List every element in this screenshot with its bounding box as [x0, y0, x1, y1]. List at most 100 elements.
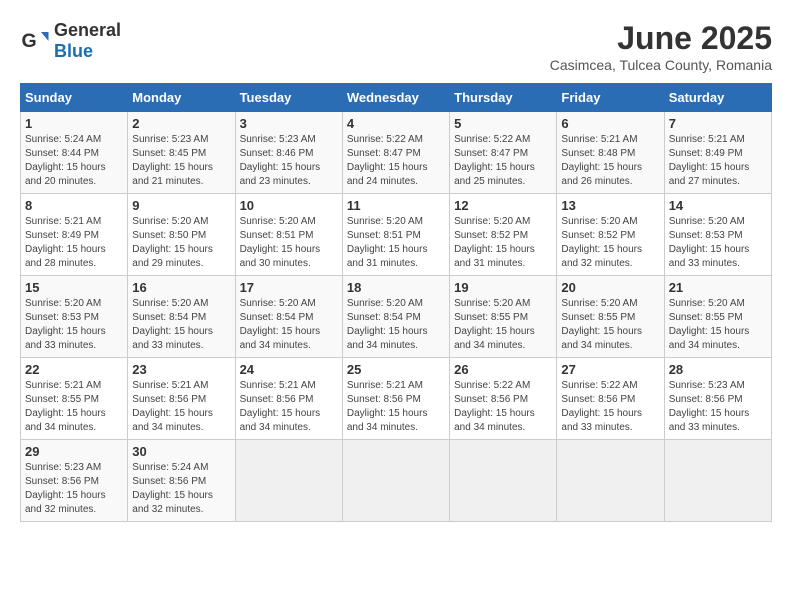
logo-icon: G: [20, 26, 50, 56]
header-cell-friday: Friday: [557, 84, 664, 112]
day-number: 27: [561, 362, 659, 377]
day-number: 13: [561, 198, 659, 213]
calendar-cell-day-21: 21 Sunrise: 5:20 AM Sunset: 8:55 PM Dayli…: [664, 276, 771, 358]
calendar-cell-day-22: 22 Sunrise: 5:21 AM Sunset: 8:55 PM Dayli…: [21, 358, 128, 440]
day-number: 19: [454, 280, 552, 295]
calendar-cell-day-17: 17 Sunrise: 5:20 AM Sunset: 8:54 PM Dayli…: [235, 276, 342, 358]
calendar-cell-empty: [235, 440, 342, 522]
header: G General Blue June 2025 Casimcea, Tulce…: [20, 20, 772, 73]
day-info: Sunrise: 5:21 AM Sunset: 8:55 PM Dayligh…: [25, 379, 123, 435]
day-info: Sunrise: 5:20 AM Sunset: 8:52 PM Dayligh…: [561, 215, 659, 271]
day-number: 24: [240, 362, 338, 377]
day-info: Sunrise: 5:23 AM Sunset: 8:45 PM Dayligh…: [132, 133, 230, 189]
day-number: 26: [454, 362, 552, 377]
calendar-subtitle: Casimcea, Tulcea County, Romania: [550, 57, 772, 73]
header-cell-monday: Monday: [128, 84, 235, 112]
calendar-cell-empty: [557, 440, 664, 522]
day-number: 22: [25, 362, 123, 377]
day-number: 7: [669, 116, 767, 131]
calendar-cell-day-3: 3Sunrise: 5:23 AM Sunset: 8:46 PM Daylig…: [235, 112, 342, 194]
day-info: Sunrise: 5:24 AM Sunset: 8:56 PM Dayligh…: [132, 461, 230, 517]
day-number: 6: [561, 116, 659, 131]
day-number: 15: [25, 280, 123, 295]
header-row: SundayMondayTuesdayWednesdayThursdayFrid…: [21, 84, 772, 112]
day-number: 9: [132, 198, 230, 213]
day-info: Sunrise: 5:23 AM Sunset: 8:56 PM Dayligh…: [25, 461, 123, 517]
day-number: 21: [669, 280, 767, 295]
calendar-cell-day-16: 16 Sunrise: 5:20 AM Sunset: 8:54 PM Dayli…: [128, 276, 235, 358]
day-number: 25: [347, 362, 445, 377]
day-number: 23: [132, 362, 230, 377]
day-number: 30: [132, 444, 230, 459]
calendar-cell-day-28: 28Sunrise: 5:23 AM Sunset: 8:56 PM Dayli…: [664, 358, 771, 440]
calendar-cell-day-1: 1 Sunrise: 5:24 AM Sunset: 8:44 PM Daylig…: [21, 112, 128, 194]
day-number: 12: [454, 198, 552, 213]
calendar-week-row: 29Sunrise: 5:23 AM Sunset: 8:56 PM Dayli…: [21, 440, 772, 522]
day-info: Sunrise: 5:21 AM Sunset: 8:48 PM Dayligh…: [561, 133, 659, 189]
day-info: Sunrise: 5:22 AM Sunset: 8:56 PM Dayligh…: [454, 379, 552, 435]
calendar-week-row: 1 Sunrise: 5:24 AM Sunset: 8:44 PM Daylig…: [21, 112, 772, 194]
calendar-cell-day-6: 6 Sunrise: 5:21 AM Sunset: 8:48 PM Daylig…: [557, 112, 664, 194]
calendar-cell-day-26: 26 Sunrise: 5:22 AM Sunset: 8:56 PM Dayli…: [450, 358, 557, 440]
calendar-cell-day-5: 5 Sunrise: 5:22 AM Sunset: 8:47 PM Daylig…: [450, 112, 557, 194]
day-number: 14: [669, 198, 767, 213]
day-number: 10: [240, 198, 338, 213]
calendar-cell-day-8: 8Sunrise: 5:21 AM Sunset: 8:49 PM Daylig…: [21, 194, 128, 276]
day-info: Sunrise: 5:21 AM Sunset: 8:56 PM Dayligh…: [347, 379, 445, 435]
calendar-cell-day-24: 24 Sunrise: 5:21 AM Sunset: 8:56 PM Dayli…: [235, 358, 342, 440]
day-info: Sunrise: 5:22 AM Sunset: 8:56 PM Dayligh…: [561, 379, 659, 435]
calendar-week-row: 8Sunrise: 5:21 AM Sunset: 8:49 PM Daylig…: [21, 194, 772, 276]
day-number: 16: [132, 280, 230, 295]
day-info: Sunrise: 5:20 AM Sunset: 8:50 PM Dayligh…: [132, 215, 230, 271]
calendar-week-row: 22 Sunrise: 5:21 AM Sunset: 8:55 PM Dayli…: [21, 358, 772, 440]
day-info: Sunrise: 5:24 AM Sunset: 8:44 PM Dayligh…: [25, 133, 123, 189]
day-info: Sunrise: 5:21 AM Sunset: 8:56 PM Dayligh…: [132, 379, 230, 435]
day-number: 3: [240, 116, 338, 131]
calendar-cell-empty: [342, 440, 449, 522]
logo-blue-text: Blue: [54, 41, 93, 61]
day-info: Sunrise: 5:20 AM Sunset: 8:54 PM Dayligh…: [240, 297, 338, 353]
day-info: Sunrise: 5:20 AM Sunset: 8:51 PM Dayligh…: [347, 215, 445, 271]
calendar-cell-day-14: 14Sunrise: 5:20 AM Sunset: 8:53 PM Dayli…: [664, 194, 771, 276]
calendar-cell-day-19: 19 Sunrise: 5:20 AM Sunset: 8:55 PM Dayli…: [450, 276, 557, 358]
day-info: Sunrise: 5:21 AM Sunset: 8:56 PM Dayligh…: [240, 379, 338, 435]
calendar-cell-day-12: 12 Sunrise: 5:20 AM Sunset: 8:52 PM Dayli…: [450, 194, 557, 276]
calendar-table: SundayMondayTuesdayWednesdayThursdayFrid…: [20, 83, 772, 522]
calendar-cell-day-23: 23 Sunrise: 5:21 AM Sunset: 8:56 PM Dayli…: [128, 358, 235, 440]
day-number: 17: [240, 280, 338, 295]
day-number: 4: [347, 116, 445, 131]
header-cell-tuesday: Tuesday: [235, 84, 342, 112]
header-cell-wednesday: Wednesday: [342, 84, 449, 112]
day-number: 5: [454, 116, 552, 131]
day-number: 1: [25, 116, 123, 131]
calendar-cell-day-11: 11 Sunrise: 5:20 AM Sunset: 8:51 PM Dayli…: [342, 194, 449, 276]
title-area: June 2025 Casimcea, Tulcea County, Roman…: [550, 20, 772, 73]
day-number: 20: [561, 280, 659, 295]
day-info: Sunrise: 5:20 AM Sunset: 8:55 PM Dayligh…: [669, 297, 767, 353]
calendar-cell-day-15: 15 Sunrise: 5:20 AM Sunset: 8:53 PM Dayli…: [21, 276, 128, 358]
day-number: 8: [25, 198, 123, 213]
calendar-cell-day-9: 9 Sunrise: 5:20 AM Sunset: 8:50 PM Daylig…: [128, 194, 235, 276]
calendar-cell-day-29: 29Sunrise: 5:23 AM Sunset: 8:56 PM Dayli…: [21, 440, 128, 522]
day-info: Sunrise: 5:23 AM Sunset: 8:56 PM Dayligh…: [669, 379, 767, 435]
calendar-cell-day-7: 7 Sunrise: 5:21 AM Sunset: 8:49 PM Daylig…: [664, 112, 771, 194]
calendar-cell-day-30: 30 Sunrise: 5:24 AM Sunset: 8:56 PM Dayli…: [128, 440, 235, 522]
day-number: 2: [132, 116, 230, 131]
day-info: Sunrise: 5:20 AM Sunset: 8:53 PM Dayligh…: [25, 297, 123, 353]
day-number: 11: [347, 198, 445, 213]
day-info: Sunrise: 5:22 AM Sunset: 8:47 PM Dayligh…: [454, 133, 552, 189]
calendar-cell-day-20: 20Sunrise: 5:20 AM Sunset: 8:55 PM Dayli…: [557, 276, 664, 358]
calendar-cell-day-27: 27 Sunrise: 5:22 AM Sunset: 8:56 PM Dayli…: [557, 358, 664, 440]
svg-text:G: G: [22, 30, 37, 52]
day-info: Sunrise: 5:21 AM Sunset: 8:49 PM Dayligh…: [669, 133, 767, 189]
day-number: 18: [347, 280, 445, 295]
calendar-cell-day-4: 4Sunrise: 5:22 AM Sunset: 8:47 PM Daylig…: [342, 112, 449, 194]
day-info: Sunrise: 5:20 AM Sunset: 8:55 PM Dayligh…: [454, 297, 552, 353]
day-info: Sunrise: 5:20 AM Sunset: 8:54 PM Dayligh…: [132, 297, 230, 353]
logo: G General Blue: [20, 20, 121, 62]
header-cell-saturday: Saturday: [664, 84, 771, 112]
calendar-cell-day-18: 18Sunrise: 5:20 AM Sunset: 8:54 PM Dayli…: [342, 276, 449, 358]
calendar-cell-day-25: 25 Sunrise: 5:21 AM Sunset: 8:56 PM Dayli…: [342, 358, 449, 440]
day-info: Sunrise: 5:20 AM Sunset: 8:52 PM Dayligh…: [454, 215, 552, 271]
day-info: Sunrise: 5:20 AM Sunset: 8:51 PM Dayligh…: [240, 215, 338, 271]
